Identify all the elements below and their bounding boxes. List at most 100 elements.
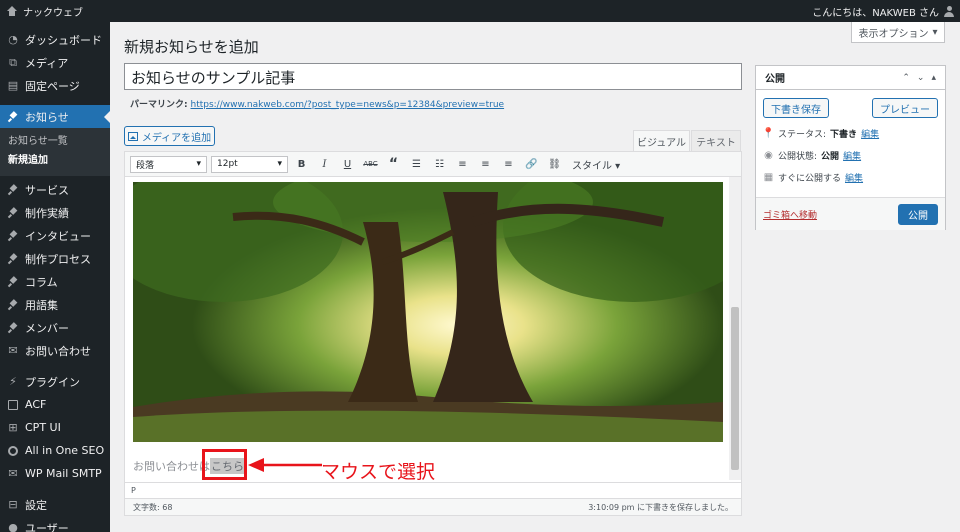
menu-services[interactable]: サービス xyxy=(0,178,110,201)
menu-process[interactable]: 制作プロセス xyxy=(0,247,110,270)
pin-icon xyxy=(7,207,19,219)
menu-dashboard[interactable]: ◔ ダッシュボード xyxy=(0,28,110,51)
annotation-label: マウスで選択 xyxy=(321,461,436,483)
menu-glossary[interactable]: 用語集 xyxy=(0,293,110,316)
collapse-toggle-icon[interactable]: ▴ xyxy=(931,73,936,83)
cpt-icon: ⊞ xyxy=(8,421,18,434)
menu-interview[interactable]: インタビュー xyxy=(0,224,110,247)
permalink-label: パーマリンク: xyxy=(130,100,188,110)
menu-news[interactable]: お知らせ xyxy=(0,105,110,128)
chevron-up-icon[interactable]: ⌃ xyxy=(902,73,910,83)
screen-options-button[interactable]: 表示オプション ▾ xyxy=(851,22,945,43)
submenu-news-list[interactable]: お知らせ一覧 xyxy=(0,132,110,151)
status-value: 下書き xyxy=(830,129,858,140)
tab-text[interactable]: テキスト xyxy=(691,130,741,151)
status-row: 📍 ステータス: 下書き 編集 xyxy=(756,122,945,144)
unlink-icon[interactable]: ⛓ xyxy=(545,155,564,174)
preview-button[interactable]: プレビュー xyxy=(872,98,938,118)
caret-down-icon: ▾ xyxy=(932,26,938,38)
menu-label: ユーザー xyxy=(25,521,69,532)
screen-options-label: 表示オプション xyxy=(858,28,929,40)
paragraph-text: お問い合わせは xyxy=(133,460,210,473)
menu-media[interactable]: ⧉ メディア xyxy=(0,51,110,74)
bullet-list-icon[interactable]: ☰ xyxy=(407,155,426,174)
chevron-down-icon[interactable]: ⌄ xyxy=(917,73,925,83)
format-select-value: 段落 xyxy=(136,160,155,171)
menu-label: 設定 xyxy=(25,498,47,512)
format-select[interactable]: 段落 ▾ xyxy=(130,155,207,173)
edit-schedule-link[interactable]: 編集 xyxy=(845,171,863,184)
menu-label: プラグイン xyxy=(25,375,80,389)
editor-scrollbar[interactable] xyxy=(729,177,741,480)
pin-icon xyxy=(7,253,19,265)
menu-contact[interactable]: ✉ お問い合わせ xyxy=(0,339,110,362)
menu-acf[interactable]: ACF xyxy=(0,393,110,416)
menu-settings[interactable]: ⊟ 設定 xyxy=(0,493,110,516)
menu-seo[interactable]: All in One SEO xyxy=(0,439,110,462)
publish-actions: ゴミ箱へ移動 公開 xyxy=(756,197,945,230)
schedule-row: ▦ すぐに公開する 編集 xyxy=(756,166,945,188)
italic-icon[interactable]: I xyxy=(315,155,334,174)
link-icon[interactable]: 🔗 xyxy=(522,155,541,174)
menu-members[interactable]: メンバー xyxy=(0,316,110,339)
menu-pages[interactable]: ▤ 固定ページ xyxy=(0,74,110,97)
style-label: スタイル xyxy=(572,160,612,172)
bold-icon[interactable]: B xyxy=(292,155,311,174)
tree-photo[interactable] xyxy=(133,182,723,442)
pin-icon xyxy=(7,111,19,123)
pin-icon: 📍 xyxy=(762,127,775,139)
align-right-icon[interactable]: ≡ xyxy=(499,155,518,174)
account-menu[interactable]: こんにちは、NAKWEB さん xyxy=(812,4,954,19)
menu-smtp[interactable]: ✉ WP Mail SMTP xyxy=(0,462,110,485)
admin-sidebar: ◔ ダッシュボード ⧉ メディア ▤ 固定ページ お知らせ お知らせ一覧 新規追… xyxy=(0,22,110,532)
style-menu[interactable]: スタイル ▾ xyxy=(572,157,620,172)
editor-content[interactable]: お問い合わせは こちら xyxy=(125,177,729,480)
scrollbar-thumb[interactable] xyxy=(731,307,739,470)
caret-down-icon: ▾ xyxy=(196,159,201,169)
submenu-add-new[interactable]: 新規追加 xyxy=(0,151,110,170)
publish-box-title: 公開 xyxy=(765,74,785,85)
site-link[interactable]: ナックウェブ xyxy=(6,4,83,19)
user-icon xyxy=(944,5,954,17)
publish-button[interactable]: 公開 xyxy=(898,203,938,225)
blockquote-icon[interactable]: “ xyxy=(384,155,403,174)
permalink-url[interactable]: https://www.nakweb.com/?post_type=news&p… xyxy=(190,100,504,110)
edit-status-link[interactable]: 編集 xyxy=(861,127,879,140)
visibility-value: 公開 xyxy=(821,151,840,162)
numbered-list-icon[interactable]: ☷ xyxy=(430,155,449,174)
calendar-icon: ▦ xyxy=(763,171,774,183)
strikethrough-icon[interactable]: ABC xyxy=(361,155,380,174)
site-name: ナックウェブ xyxy=(23,7,83,19)
menu-label: 制作プロセス xyxy=(25,252,91,266)
menu-column[interactable]: コラム xyxy=(0,270,110,293)
move-to-trash-link[interactable]: ゴミ箱へ移動 xyxy=(763,208,817,221)
publish-box: 公開 ⌃ ⌄ ▴ 下書き保存 プレビュー 📍 ステータス: 下書き 編集 ◉ 公… xyxy=(755,65,946,230)
align-left-icon[interactable]: ≡ xyxy=(453,155,472,174)
tab-visual[interactable]: ビジュアル xyxy=(633,130,690,151)
editor-status-bar: 文字数: 68 3:10:09 pm に下書きを保存しました。 xyxy=(125,498,741,515)
menu-label: メンバー xyxy=(25,321,69,335)
home-icon xyxy=(6,6,17,16)
news-submenu: お知らせ一覧 新規追加 xyxy=(0,128,110,176)
menu-label: 制作実績 xyxy=(25,206,69,220)
menu-works[interactable]: 制作実績 xyxy=(0,201,110,224)
greeting-text: こんにちは、NAKWEB さん xyxy=(812,7,939,19)
menu-users[interactable]: ● ユーザー xyxy=(0,516,110,532)
menu-cptui[interactable]: ⊞ CPT UI xyxy=(0,416,110,439)
underline-icon[interactable]: U xyxy=(338,155,357,174)
edit-visibility-link[interactable]: 編集 xyxy=(843,149,861,162)
post-title-input[interactable]: お知らせのサンプル記事 xyxy=(124,63,742,90)
users-icon: ● xyxy=(8,521,18,532)
word-count: 文字数: 68 xyxy=(133,502,173,512)
save-draft-button[interactable]: 下書き保存 xyxy=(763,98,829,118)
font-size-select[interactable]: 12pt ▾ xyxy=(211,155,288,173)
visibility-label: 公開状態: xyxy=(778,151,818,162)
menu-plugins[interactable]: ⚡ プラグイン xyxy=(0,370,110,393)
plugin-icon: ⚡ xyxy=(9,375,17,388)
eye-icon: ◉ xyxy=(764,149,773,161)
element-path: P xyxy=(125,482,741,498)
add-media-button[interactable]: メディアを追加 xyxy=(124,126,215,146)
align-center-icon[interactable]: ≡ xyxy=(476,155,495,174)
media-icon xyxy=(127,131,138,141)
menu-label: メディア xyxy=(25,56,69,70)
